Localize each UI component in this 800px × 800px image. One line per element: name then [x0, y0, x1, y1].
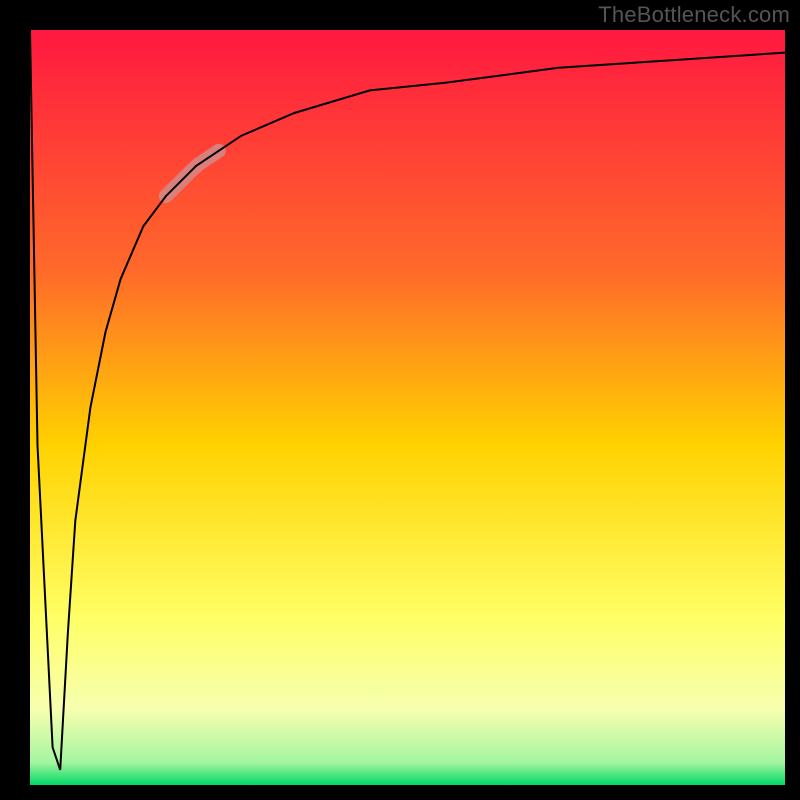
- chart-svg: [30, 30, 785, 785]
- watermark-text: TheBottleneck.com: [598, 2, 790, 28]
- gradient-background: [30, 30, 785, 785]
- plot-area: [30, 30, 785, 785]
- chart-frame: TheBottleneck.com: [0, 0, 800, 800]
